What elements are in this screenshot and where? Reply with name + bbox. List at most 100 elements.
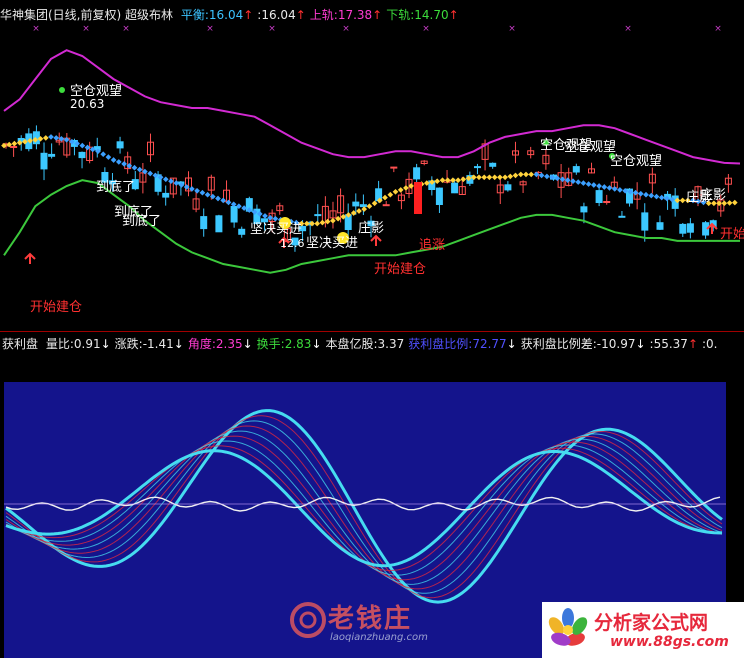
laoqianzhuang-watermark: 老钱庄 laoqianzhuang.com: [288, 596, 448, 655]
candle-body: [489, 162, 497, 167]
signal-empty-watch-3: 空仓观望: [564, 140, 617, 155]
candle-body: [435, 187, 443, 206]
arrow-down-icon: ↓: [100, 337, 111, 351]
arrow-down-icon: ↓: [173, 337, 184, 351]
subheader-item: 涨跌:-1.41↓: [115, 337, 184, 351]
candle-body: [359, 204, 367, 208]
candle-body: [504, 184, 512, 191]
candle-body: [413, 167, 421, 180]
subheader-item: 角度:2.35↓: [188, 337, 253, 351]
subheader-item-value: 0.91: [73, 337, 101, 351]
signal-start-build-2: 开始建仓: [30, 300, 83, 315]
candle-body: [641, 212, 649, 231]
header-item: :16.04↑: [257, 8, 305, 22]
top-cross-marker: ×: [422, 24, 430, 34]
candle-body: [352, 201, 360, 207]
candle-body: [200, 216, 208, 230]
header-item-label: 上轨:: [309, 8, 338, 22]
subheader-item-label: 获利盘比例差:: [520, 337, 597, 351]
header-item-value: 14.70: [414, 8, 449, 22]
subheader-item-value: 72.77: [472, 337, 507, 351]
88gs-url: www.88gs.com: [610, 634, 729, 650]
top-cross-marker: ×: [342, 24, 350, 34]
candle-body: [603, 201, 611, 203]
header-item: 平衡:16.04↑: [181, 8, 253, 22]
header-item-label: 下轨:: [386, 8, 415, 22]
price-annotation: 20.63: [70, 97, 105, 111]
top-cross-marker: ×: [508, 24, 516, 34]
candle-body: [78, 151, 86, 159]
subheader-item-value: -1.41: [142, 337, 174, 351]
candle-body: [572, 166, 580, 173]
subheader-item-label: 本盘亿股:: [325, 337, 378, 351]
subheader-item-value: 3.37: [377, 337, 405, 351]
subheader-item-label: 涨跌:: [114, 337, 143, 351]
signal-empty-watch-4: 空仓观望: [610, 154, 663, 169]
candle-body: [48, 153, 56, 157]
header-item-label: 平衡:: [180, 8, 209, 22]
top-cross-marker: ×: [206, 24, 214, 34]
arrow-down-icon: ↓: [311, 337, 322, 351]
signal-bottom-1: 到底了: [96, 180, 136, 195]
header-item-value: 16.04: [208, 8, 244, 22]
88gs-watermark: 分析家公式网 www.88gs.com: [542, 602, 744, 658]
88gs-brand: 分析家公式网: [594, 612, 709, 634]
top-cross-marker: ×: [624, 24, 632, 34]
signal-start-build-1: 开始建仓: [374, 262, 427, 277]
header-item-value: 17.38: [337, 8, 373, 22]
flower-logo-icon: [548, 608, 588, 646]
candle-body: [390, 166, 398, 169]
top-cross-marker: ×: [268, 24, 276, 34]
signal-chase: 追涨: [419, 238, 446, 253]
signal-banker-shadow-1: 庄影: [358, 221, 385, 236]
top-cross-marker: ×: [32, 24, 40, 34]
arrow-up-icon: ↑: [372, 8, 383, 22]
top-cross-marker: ×: [714, 24, 722, 34]
price-annotation-2: 12.6: [280, 237, 305, 250]
main-indicator-title: 华神集团(日线,前复权) 超级布林: [0, 8, 173, 22]
candle-body: [215, 215, 223, 233]
signal-bottom-3: 到底了: [122, 214, 162, 229]
subheader-item-label: 换手:: [256, 337, 285, 351]
signal-start-build-3: 开始建仓: [720, 227, 744, 242]
main-indicator-header: 华神集团(日线,前复权) 超级布林 平衡:16.04↑:16.04↑ 上轨:17.…: [0, 7, 463, 23]
subheader-item: :0.: [702, 337, 718, 351]
header-item: 上轨:17.38↑: [310, 8, 382, 22]
candle-body: [618, 215, 626, 218]
subheader-item-value: 2.35: [215, 337, 243, 351]
candle-body: [686, 223, 694, 233]
candle-body: [382, 204, 390, 207]
candle-body: [679, 223, 687, 234]
candle-body: [595, 190, 603, 204]
subheader-item: 获利盘比例差:-10.97↓: [521, 337, 646, 351]
subheader-item: 换手:2.83↓: [257, 337, 322, 351]
candle-body: [656, 222, 664, 230]
candle-body: [580, 206, 588, 213]
laoqianzhuang-brand: 老钱庄: [328, 604, 413, 634]
top-cross-marker: ×: [82, 24, 90, 34]
signal-decisive-buy-1: 坚决买进: [250, 222, 303, 237]
sub-indicator-header: 获利盘 量比:0.91↓ 涨跌:-1.41↓ 角度:2.35↓ 换手:2.83↓ 本盘亿…: [2, 336, 722, 352]
subheader-item: 量比:0.91↓: [46, 337, 111, 351]
subheader-item-value: 55.37: [653, 337, 688, 351]
candle-body: [238, 228, 246, 235]
candle-body: [162, 192, 170, 198]
subheader-item-label: 获利盘比例:: [408, 337, 473, 351]
breakout-candle-marker: [414, 182, 422, 214]
subheader-item-value: 2.83: [284, 337, 312, 351]
subheader-item: 获利盘比例:72.77↓: [408, 337, 516, 351]
candle-body: [474, 166, 481, 169]
subheader-item: 本盘亿股:3.37: [326, 337, 405, 351]
signal-decisive-buy-2: 坚决买进: [306, 236, 359, 251]
top-cross-marker: ×: [122, 24, 130, 34]
candle-body: [40, 152, 48, 170]
arrow-up-icon: ↑: [295, 8, 306, 22]
subheader-item: :55.37↑: [650, 337, 698, 351]
candle-body: [116, 141, 124, 149]
panel-divider: [0, 331, 744, 332]
subheader-item-label: 量比:: [45, 337, 74, 351]
laoqianzhuang-url: laoqianzhuang.com: [330, 632, 428, 643]
header-item: 下轨:14.70↑: [386, 8, 458, 22]
subheader-item-value: 0.: [706, 337, 718, 351]
subheader-item-value: -10.97: [596, 337, 636, 351]
